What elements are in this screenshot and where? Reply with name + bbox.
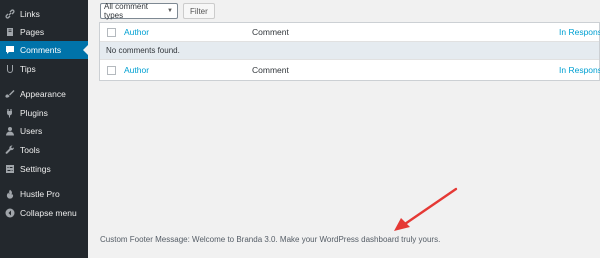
sidebar-item-links[interactable]: Links [0, 5, 88, 23]
sidebar-item-label: Users [20, 126, 43, 136]
in-response-to-column-footer[interactable]: In Response To [559, 65, 600, 75]
sidebar-item-appearance[interactable]: Appearance [0, 85, 88, 103]
link-icon [0, 9, 20, 19]
comments-icon [0, 45, 20, 55]
author-column-header[interactable]: Author [124, 27, 149, 37]
in-response-to-column-header[interactable]: In Response To [559, 27, 600, 37]
sidebar-item-label: Links [20, 9, 40, 19]
select-all-checkbox-footer[interactable] [107, 65, 116, 75]
comment-filters: All comment types ▼ Filter [100, 2, 215, 20]
sidebar-item-comments[interactable]: Comments [0, 41, 88, 59]
sidebar-item-label: Settings [20, 164, 51, 174]
table-footer-row: Author Comment In Response To [100, 60, 600, 80]
user-icon [0, 126, 20, 136]
plugin-icon [0, 108, 20, 118]
sidebar-item-hustle-pro[interactable]: Hustle Pro [0, 185, 88, 203]
sidebar-item-label: Pages [20, 27, 45, 37]
sidebar-item-label: Hustle Pro [20, 189, 60, 199]
admin-sidebar: Links Pages Comments Tips Appearance Plu… [0, 0, 88, 258]
select-all-checkbox[interactable] [107, 27, 116, 37]
sidebar-item-label: Tools [20, 145, 40, 155]
sidebar-item-label: Appearance [20, 89, 66, 99]
sidebar-item-label: Collapse menu [20, 208, 77, 218]
pages-icon [0, 27, 20, 37]
comment-type-selected-value: All comment types [104, 2, 149, 20]
table-header-row: Author Comment In Response To [100, 23, 600, 42]
sidebar-item-plugins[interactable]: Plugins [0, 104, 88, 122]
wrench-icon [0, 145, 20, 155]
comment-type-select[interactable]: All comment types ▼ [100, 2, 178, 20]
sidebar-item-settings[interactable]: Settings [0, 160, 88, 178]
comment-column-header: Comment [252, 27, 289, 37]
sidebar-item-label: Comments [20, 45, 62, 55]
chevron-down-icon: ▼ [167, 8, 173, 14]
sidebar-item-tools[interactable]: Tools [0, 141, 88, 159]
filter-button[interactable]: Filter [183, 3, 215, 19]
sidebar-item-pages[interactable]: Pages [0, 23, 88, 41]
comments-table: Author Comment In Response To No comment… [99, 22, 600, 81]
hustle-icon [0, 189, 20, 199]
annotation-arrow [394, 187, 458, 231]
sidebar-item-tips[interactable]: Tips [0, 60, 88, 78]
sidebar-item-users[interactable]: Users [0, 122, 88, 140]
sidebar-item-label: Plugins [20, 108, 48, 118]
sidebar-item-label: Tips [20, 64, 36, 74]
author-column-footer[interactable]: Author [124, 65, 149, 75]
paintbrush-icon [0, 89, 20, 99]
collapse-icon [0, 208, 20, 218]
empty-table-row: No comments found. [100, 42, 599, 60]
main-content: All comment types ▼ Filter Author Commen… [88, 0, 600, 258]
comment-column-footer: Comment [252, 65, 289, 75]
settings-icon [0, 164, 20, 174]
tips-icon [0, 64, 20, 74]
custom-footer-message: Custom Footer Message: Welcome to Branda… [100, 235, 441, 244]
no-comments-message: No comments found. [106, 46, 180, 55]
collapse-menu-button[interactable]: Collapse menu [0, 204, 88, 222]
